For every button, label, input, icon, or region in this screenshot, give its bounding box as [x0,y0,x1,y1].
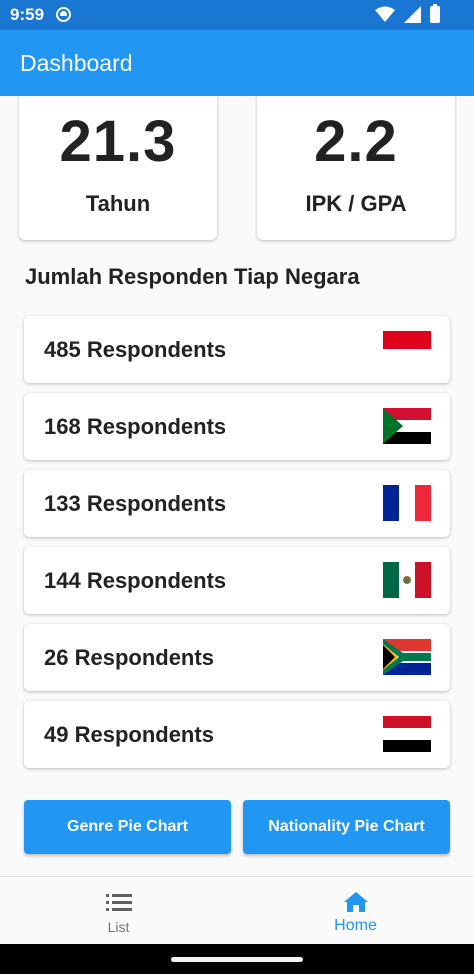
respondent-count: 133 Respondents [44,491,227,516]
country-row-sudan: 168 Respondents [24,393,450,460]
wifi-icon [375,6,395,22]
genre-pie-chart-button[interactable]: Genre Pie Chart [24,800,231,854]
notification-app-icon [56,7,71,22]
dashboard-content[interactable]: 21.3 Tahun 2.2 IPK / GPA Jumlah Responde… [0,96,474,876]
indonesia-flag-icon [383,331,431,367]
age-label: Tahun [85,191,151,216]
bottom-navigation: List Home [0,876,474,944]
nav-label-home: Home [334,917,377,934]
respondent-count: 26 Respondents [44,645,214,670]
country-row-france: 133 Respondents [24,470,450,537]
respondent-count: 168 Respondents [44,414,227,439]
nav-item-home[interactable]: Home [237,877,474,945]
respondent-count: 485 Respondents [44,337,227,362]
nav-label-list: List [107,919,130,935]
status-time: 9:59 [10,5,45,24]
gpa-label: IPK / GPA [305,191,407,216]
sudan-flag-icon [383,408,431,444]
nav-item-list[interactable]: List [0,877,237,945]
app-window: 9:59 Dashboard 21.3 Tahun 2.2 IPK / GPA … [0,0,474,974]
page-title: Dashboard [20,50,133,76]
respondent-count: 49 Respondents [44,722,214,747]
age-stat-card: 21.3 Tahun [19,96,217,240]
system-navigation-bar [0,944,474,974]
signal-icon [404,6,421,23]
home-gesture-handle[interactable] [171,957,303,962]
france-flag-icon [383,485,431,521]
nationality-pie-chart-button[interactable]: Nationality Pie Chart [243,800,450,854]
country-row-south-africa: 26 Respondents [24,624,450,691]
south-africa-flag-icon [383,639,431,675]
country-row-mexico: 144 Respondents [24,547,450,614]
section-title: Jumlah Responden Tiap Negara [25,264,360,289]
gpa-value: 2.2 [314,109,398,174]
status-bar: 9:59 [0,0,474,30]
respondent-count: 144 Respondents [44,568,227,593]
country-row-yemen: 49 Respondents [24,701,450,768]
battery-icon [430,4,440,23]
yemen-flag-icon [383,716,431,752]
status-icons [375,4,440,23]
home-icon [343,892,368,912]
list-icon [105,894,132,911]
gpa-stat-card: 2.2 IPK / GPA [257,96,455,240]
age-value: 21.3 [59,109,177,174]
mexico-flag-icon [383,562,431,598]
app-bar: Dashboard [0,30,474,96]
country-row-indonesia: 485 Respondents [24,316,450,383]
